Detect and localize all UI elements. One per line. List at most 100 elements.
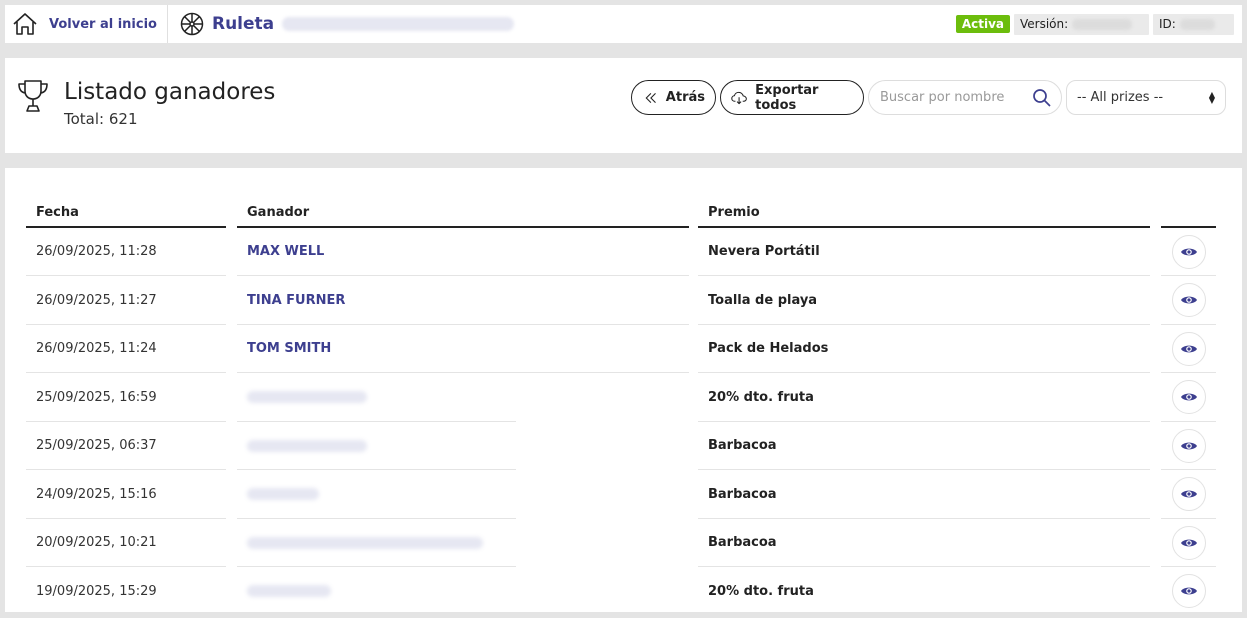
- brand-name: Ruleta: [211, 14, 275, 34]
- column-header-date: Fecha: [26, 168, 226, 228]
- eye-icon: [1180, 296, 1197, 304]
- id-label: ID:: [1159, 17, 1176, 31]
- row-winner: [237, 568, 516, 613]
- home-icon: [13, 13, 37, 35]
- row-winner: [237, 519, 516, 567]
- export-all-button-label: Exportar todos: [755, 82, 819, 113]
- eye-icon: [1180, 345, 1197, 352]
- table-header: Fecha Ganador Premio: [5, 168, 1242, 228]
- select-arrows-icon: ▲ ▼: [1208, 89, 1215, 105]
- version-label: Versión:: [1020, 17, 1069, 31]
- row-prize: 20% dto. fruta: [698, 374, 1150, 422]
- column-header-actions: [1161, 168, 1216, 228]
- redacted-winner-name: [247, 439, 367, 452]
- prize-filter-select[interactable]: -- All prizes -- ▲ ▼: [1066, 80, 1226, 115]
- column-header-winner: Ganador: [237, 168, 689, 228]
- redacted-winner-name: [247, 391, 367, 403]
- row-date: 26/09/2025, 11:27: [26, 277, 226, 325]
- export-all-button[interactable]: Exportar todos: [720, 80, 864, 115]
- row-prize: Pack de Helados: [698, 325, 1150, 373]
- row-winner: MAX WELL: [237, 228, 689, 276]
- row-actions: [1161, 277, 1216, 325]
- row-prize: Barbacoa: [698, 422, 1150, 470]
- redacted-campaign-name: [282, 17, 515, 31]
- row-date: 25/09/2025, 06:37: [26, 422, 226, 470]
- row-actions: [1161, 471, 1216, 519]
- eye-icon: [1180, 393, 1197, 401]
- eye-icon: [1180, 248, 1197, 255]
- row-actions: [1161, 374, 1216, 422]
- back-button[interactable]: Atrás: [631, 80, 716, 115]
- row-prize: Barbacoa: [698, 471, 1150, 519]
- row-date: 26/09/2025, 11:28: [26, 228, 226, 276]
- view-details-button[interactable]: [1171, 477, 1206, 511]
- redacted-winner-name: [247, 585, 331, 597]
- double-chevron-left-icon: [645, 92, 656, 103]
- eye-icon: [1180, 442, 1197, 449]
- table-row: 19/09/2025, 15:29 20% dto. fruta: [5, 568, 1242, 613]
- home-link[interactable]: Volver al inicio: [5, 5, 168, 43]
- winner-link[interactable]: TOM SMITH: [247, 341, 331, 356]
- table-row: 24/09/2025, 15:16 Barbacoa: [5, 471, 1242, 519]
- header-card: Listado ganadores Total: 621 Atrás Expor…: [5, 58, 1242, 153]
- top-bar: Volver al inicio Ruleta Activa Versión: …: [5, 5, 1242, 43]
- prize-filter-value: -- All prizes --: [1077, 90, 1164, 105]
- row-winner: [237, 471, 516, 519]
- wheel-icon: [180, 12, 204, 36]
- search-icon[interactable]: [1032, 88, 1052, 108]
- brand: Ruleta: [180, 12, 515, 36]
- home-link-label: Volver al inicio: [49, 16, 157, 32]
- row-actions: [1161, 325, 1216, 373]
- view-details-button[interactable]: [1171, 574, 1206, 608]
- header-controls: Atrás Exportar todos -- All prizes -- ▲▼: [631, 80, 1226, 115]
- search-input[interactable]: [880, 90, 1032, 105]
- id-chip: ID:: [1153, 13, 1234, 35]
- view-details-button[interactable]: [1171, 428, 1206, 463]
- redacted-winner-name: [247, 536, 483, 549]
- eye-icon: [1180, 490, 1197, 498]
- row-winner: TOM SMITH: [237, 325, 689, 373]
- title-block: Listado ganadores Total: 621: [17, 78, 275, 128]
- status-badge: Activa: [955, 15, 1010, 33]
- row-prize: 20% dto. fruta: [698, 568, 1150, 613]
- trophy-icon: [18, 80, 48, 112]
- table-row: 26/09/2025, 11:28 MAX WELL Nevera Portátil: [5, 228, 1242, 276]
- row-actions: [1161, 228, 1216, 276]
- row-winner: [237, 422, 516, 470]
- page-title: Listado ganadores: [64, 79, 276, 105]
- view-details-button[interactable]: [1171, 234, 1206, 269]
- row-prize: Toalla de playa: [698, 277, 1150, 325]
- row-date: 26/09/2025, 11:24: [26, 325, 226, 373]
- version-chip: Versión:: [1014, 13, 1149, 35]
- winner-link[interactable]: MAX WELL: [247, 244, 324, 259]
- row-date: 20/09/2025, 10:21: [26, 519, 226, 567]
- row-winner: TINA FURNER: [237, 277, 689, 325]
- row-prize: Barbacoa: [698, 519, 1150, 567]
- row-date: 25/09/2025, 16:59: [26, 374, 226, 422]
- redacted-version: [1072, 18, 1133, 30]
- row-actions: [1161, 568, 1216, 613]
- row-actions: [1161, 422, 1216, 470]
- row-date: 19/09/2025, 15:29: [26, 568, 226, 613]
- view-details-button[interactable]: [1171, 331, 1206, 366]
- redacted-id: [1179, 18, 1215, 30]
- table-row: 20/09/2025, 10:21 Barbacoa: [5, 519, 1242, 567]
- winner-link[interactable]: TINA FURNER: [247, 293, 345, 308]
- search-box: [868, 80, 1062, 115]
- row-winner: [237, 374, 516, 422]
- row-actions: [1161, 519, 1216, 567]
- column-header-prize: Premio: [698, 168, 1150, 228]
- view-details-button[interactable]: [1171, 283, 1206, 317]
- winners-table: Fecha Ganador Premio 26/09/2025, 11:28 MA…: [5, 168, 1242, 612]
- eye-icon: [1180, 587, 1197, 595]
- table-row: 26/09/2025, 11:27 TINA FURNER Toalla de pl…: [5, 277, 1242, 325]
- back-button-label: Atrás: [665, 90, 705, 105]
- row-prize: Nevera Portátil: [698, 228, 1150, 276]
- total-count: Total: 621: [64, 110, 138, 128]
- table-row: 26/09/2025, 11:24 TOM SMITH Pack de Helado…: [5, 325, 1242, 373]
- view-details-button[interactable]: [1171, 525, 1206, 560]
- redacted-winner-name: [247, 488, 319, 500]
- view-details-button[interactable]: [1171, 380, 1206, 414]
- cloud-download-icon: [731, 91, 747, 104]
- table-row: 25/09/2025, 06:37 Barbacoa: [5, 422, 1242, 470]
